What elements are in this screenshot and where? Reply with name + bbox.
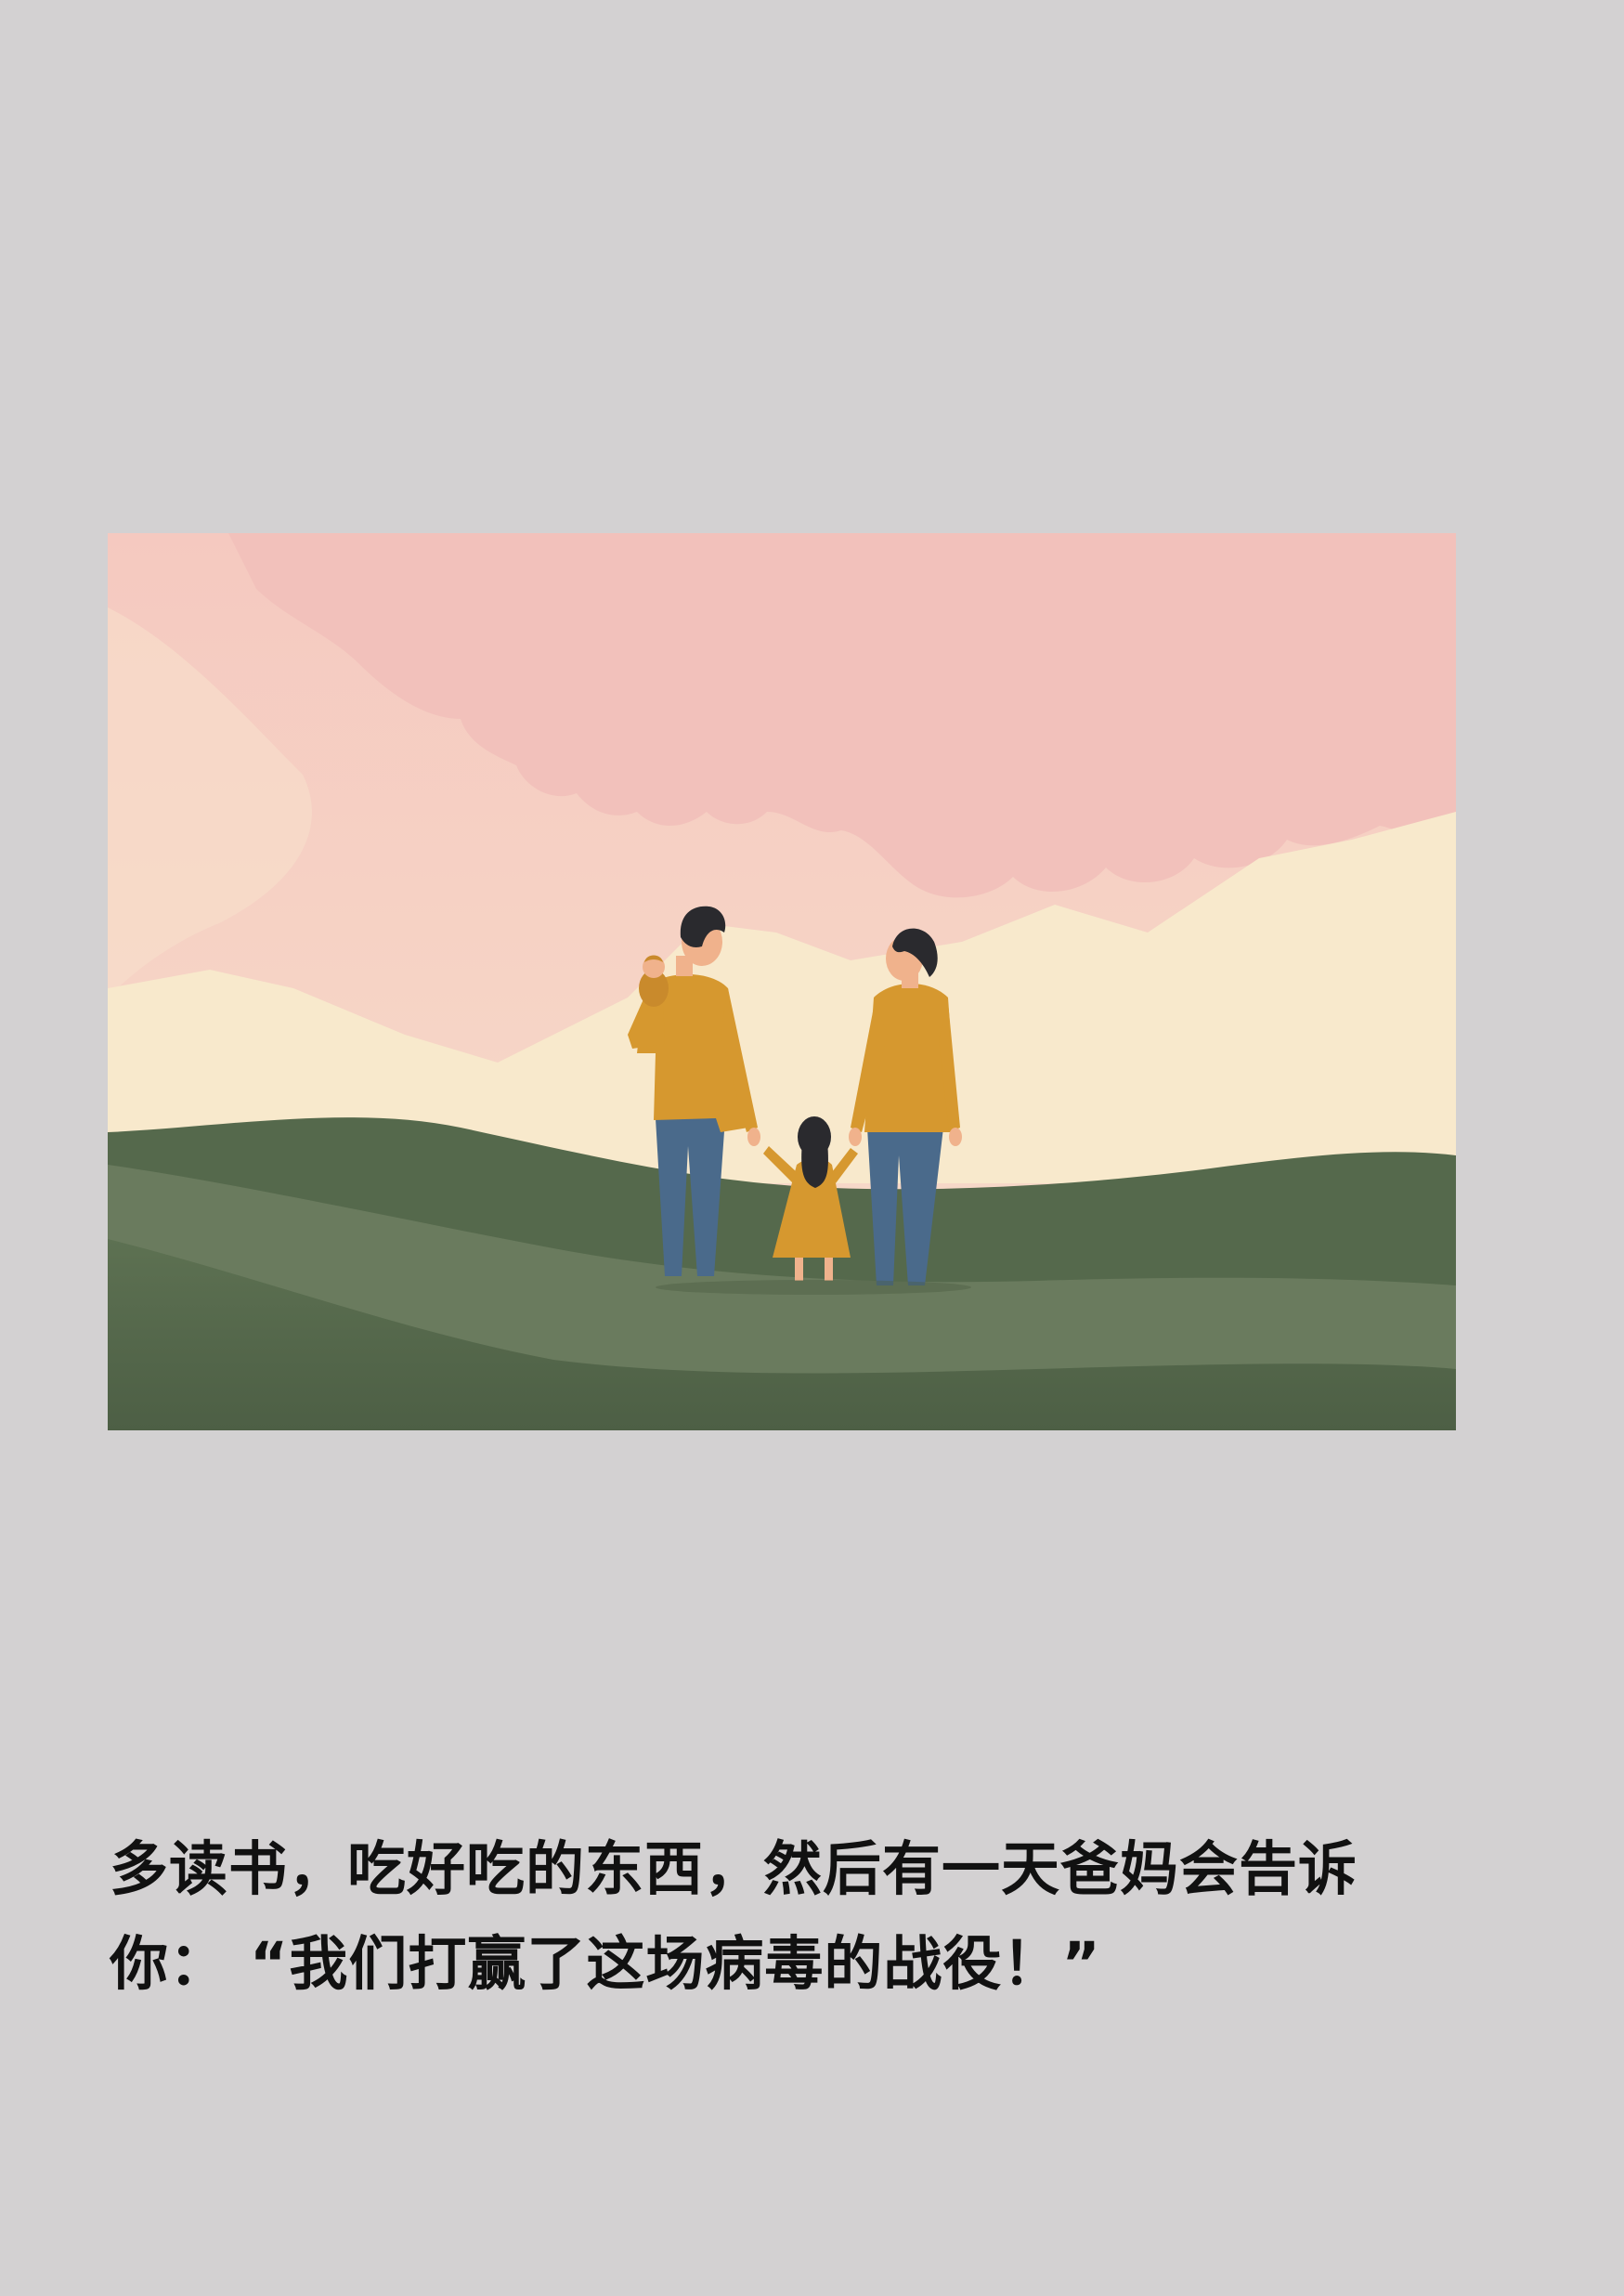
baby-figure: [639, 955, 669, 1007]
ground-shadow: [656, 1280, 971, 1295]
family-illustration-svg: [108, 533, 1456, 1430]
caption: 多读书，吃好吃的东西，然后有一天爸妈会告诉 你： “我们打赢了这场病毒的战役！”: [110, 1822, 1502, 2012]
caption-line-2: 你： “我们打赢了这场病毒的战役！”: [110, 1930, 1101, 1998]
caption-line-1: 多读书，吃好吃的东西，然后有一天爸妈会告诉: [110, 1835, 1358, 1903]
family-illustration: [108, 533, 1456, 1430]
